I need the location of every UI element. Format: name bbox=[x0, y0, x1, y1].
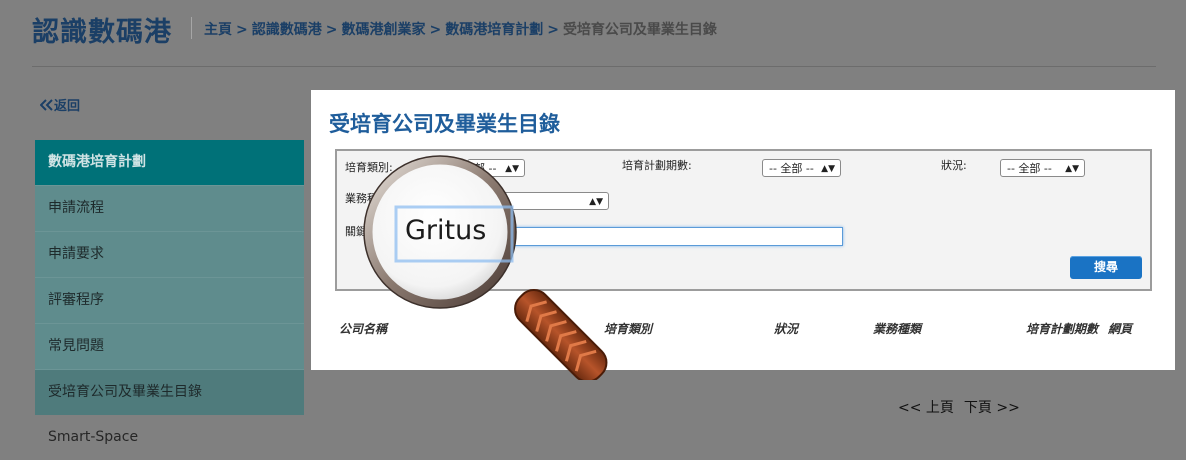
search-button[interactable]: 搜尋 bbox=[1070, 256, 1142, 279]
sidebar-heading[interactable]: 數碼港培育計劃 bbox=[35, 140, 304, 185]
period-label: 培育計劃期數: bbox=[622, 159, 692, 172]
breadcrumb: 主頁 > 認識數碼港 > 數碼港創業家 > 數碼港培育計劃 > 受培育公司及畢業生目錄 bbox=[204, 19, 717, 39]
sidebar-item-application-process[interactable]: 申請流程 bbox=[35, 185, 304, 231]
sidebar-item-requirements[interactable]: 申請要求 bbox=[35, 231, 304, 277]
next-page-link[interactable]: 下頁 >> bbox=[964, 400, 1020, 416]
breadcrumb-home[interactable]: 主頁 bbox=[204, 22, 232, 38]
sidebar-item-smart-space[interactable]: Smart-Space bbox=[35, 415, 304, 460]
column-header-business[interactable]: 業務種類 bbox=[873, 320, 921, 337]
sidebar-nav: 數碼港培育計劃 申請流程 申請要求 評審程序 常見問題 受培育公司及畢業生目錄 … bbox=[35, 140, 304, 460]
breadcrumb-separator: > bbox=[429, 22, 442, 38]
site-title[interactable]: 認識數碼港 bbox=[32, 10, 172, 49]
breadcrumb-current: 受培育公司及畢業生目錄 bbox=[562, 22, 717, 38]
breadcrumb-entrepreneurs[interactable]: 數碼港創業家 bbox=[341, 22, 425, 38]
prev-page-link[interactable]: << 上頁 bbox=[898, 400, 954, 416]
sidebar-item-directory[interactable]: 受培育公司及畢業生目錄 bbox=[35, 369, 304, 415]
column-header-website[interactable]: 網頁 bbox=[1108, 320, 1132, 337]
sidebar-item-faq[interactable]: 常見問題 bbox=[35, 323, 304, 369]
breadcrumb-separator: > bbox=[325, 22, 338, 38]
column-header-period[interactable]: 培育計劃期數 bbox=[1026, 320, 1098, 337]
select-caret-icon: ▲▼ bbox=[821, 164, 835, 174]
period-select[interactable]: -- 全部 -- ▲▼ bbox=[762, 159, 841, 177]
breadcrumb-about[interactable]: 認識數碼港 bbox=[252, 22, 322, 38]
magnifier-icon bbox=[363, 155, 608, 380]
breadcrumb-separator: > bbox=[547, 22, 559, 38]
status-select-value: -- 全部 -- bbox=[1007, 162, 1052, 175]
breadcrumb-separator: > bbox=[236, 22, 248, 38]
back-label: 返回 bbox=[54, 99, 81, 114]
status-label: 狀況: bbox=[941, 159, 967, 172]
sidebar-item-assessment[interactable]: 評審程序 bbox=[35, 277, 304, 323]
breadcrumb-incubation[interactable]: 數碼港培育計劃 bbox=[445, 22, 543, 38]
period-select-value: -- 全部 -- bbox=[769, 162, 814, 175]
header-divider bbox=[32, 66, 1156, 67]
double-chevron-left-icon bbox=[39, 99, 53, 111]
back-link[interactable]: 返回 bbox=[39, 95, 81, 114]
select-caret-icon: ▲▼ bbox=[1065, 164, 1079, 174]
status-select[interactable]: -- 全部 -- ▲▼ bbox=[1000, 159, 1085, 177]
column-header-status[interactable]: 狀況 bbox=[774, 320, 798, 337]
title-divider bbox=[191, 17, 192, 39]
panel-title: 受培育公司及畢業生目錄 bbox=[329, 112, 560, 136]
magnified-keyword-text: Gritus bbox=[405, 215, 487, 246]
pagination: << 上頁 下頁 >> bbox=[898, 397, 1030, 417]
